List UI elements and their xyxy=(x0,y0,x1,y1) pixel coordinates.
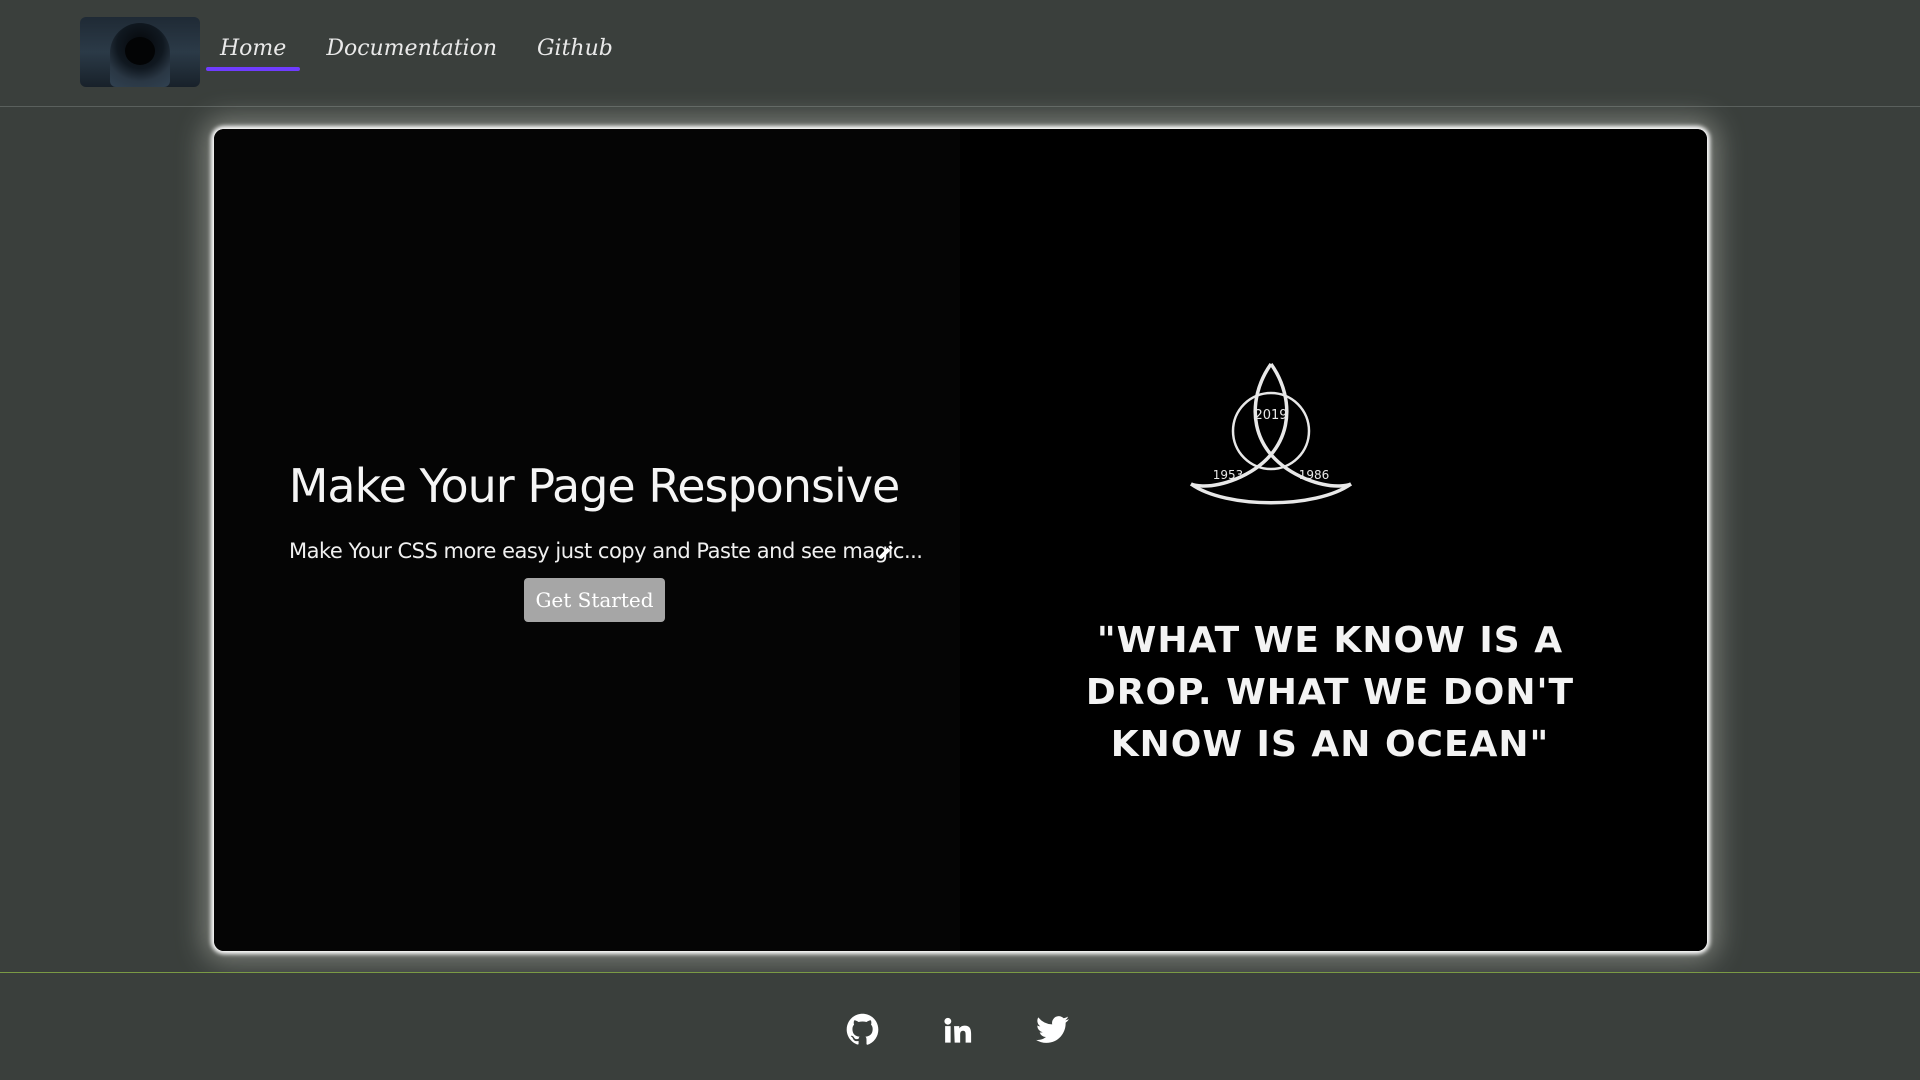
hero-card: Make Your Page Responsive Make Your CSS … xyxy=(214,129,1707,951)
hero-title: Make Your Page Responsive xyxy=(288,459,901,513)
nav-documentation[interactable]: Documentation xyxy=(312,36,511,67)
github-icon xyxy=(846,1013,879,1045)
get-started-button[interactable]: Get Started xyxy=(524,578,665,622)
quote-text: "WHAT WE KNOW IS A DROP. WHAT WE DON'T K… xyxy=(1085,620,1575,765)
linkedin-link[interactable] xyxy=(941,1013,974,1046)
site-footer xyxy=(0,972,1920,1080)
site-header: Home Documentation Github xyxy=(0,0,1920,107)
triquetra-emblem-icon: 2019 1953 1986 xyxy=(1189,362,1353,505)
hero-left-panel: Make Your Page Responsive Make Your CSS … xyxy=(214,129,960,951)
pencil-icon xyxy=(879,545,893,559)
logo-face-shadow xyxy=(125,37,155,65)
main-nav: Home Documentation Github xyxy=(206,36,639,71)
linkedin-icon xyxy=(944,1017,972,1043)
emblem-year-left: 1953 xyxy=(1213,468,1244,482)
emblem-year-right: 1986 xyxy=(1299,468,1330,482)
hero-right-panel: 2019 1953 1986 "WHAT WE KNOW IS A DROP. … xyxy=(960,129,1707,951)
social-links xyxy=(0,1013,1920,1046)
hero-subtitle: Make Your CSS more easy just copy and Pa… xyxy=(289,539,923,563)
emblem-year-top: 2019 xyxy=(1254,408,1287,423)
twitter-link[interactable] xyxy=(1036,1013,1069,1046)
nav-home[interactable]: Home xyxy=(206,36,301,71)
logo[interactable] xyxy=(80,17,200,87)
nav-github[interactable]: Github xyxy=(523,36,627,67)
twitter-icon xyxy=(1036,1016,1069,1043)
github-link[interactable] xyxy=(846,1013,879,1046)
